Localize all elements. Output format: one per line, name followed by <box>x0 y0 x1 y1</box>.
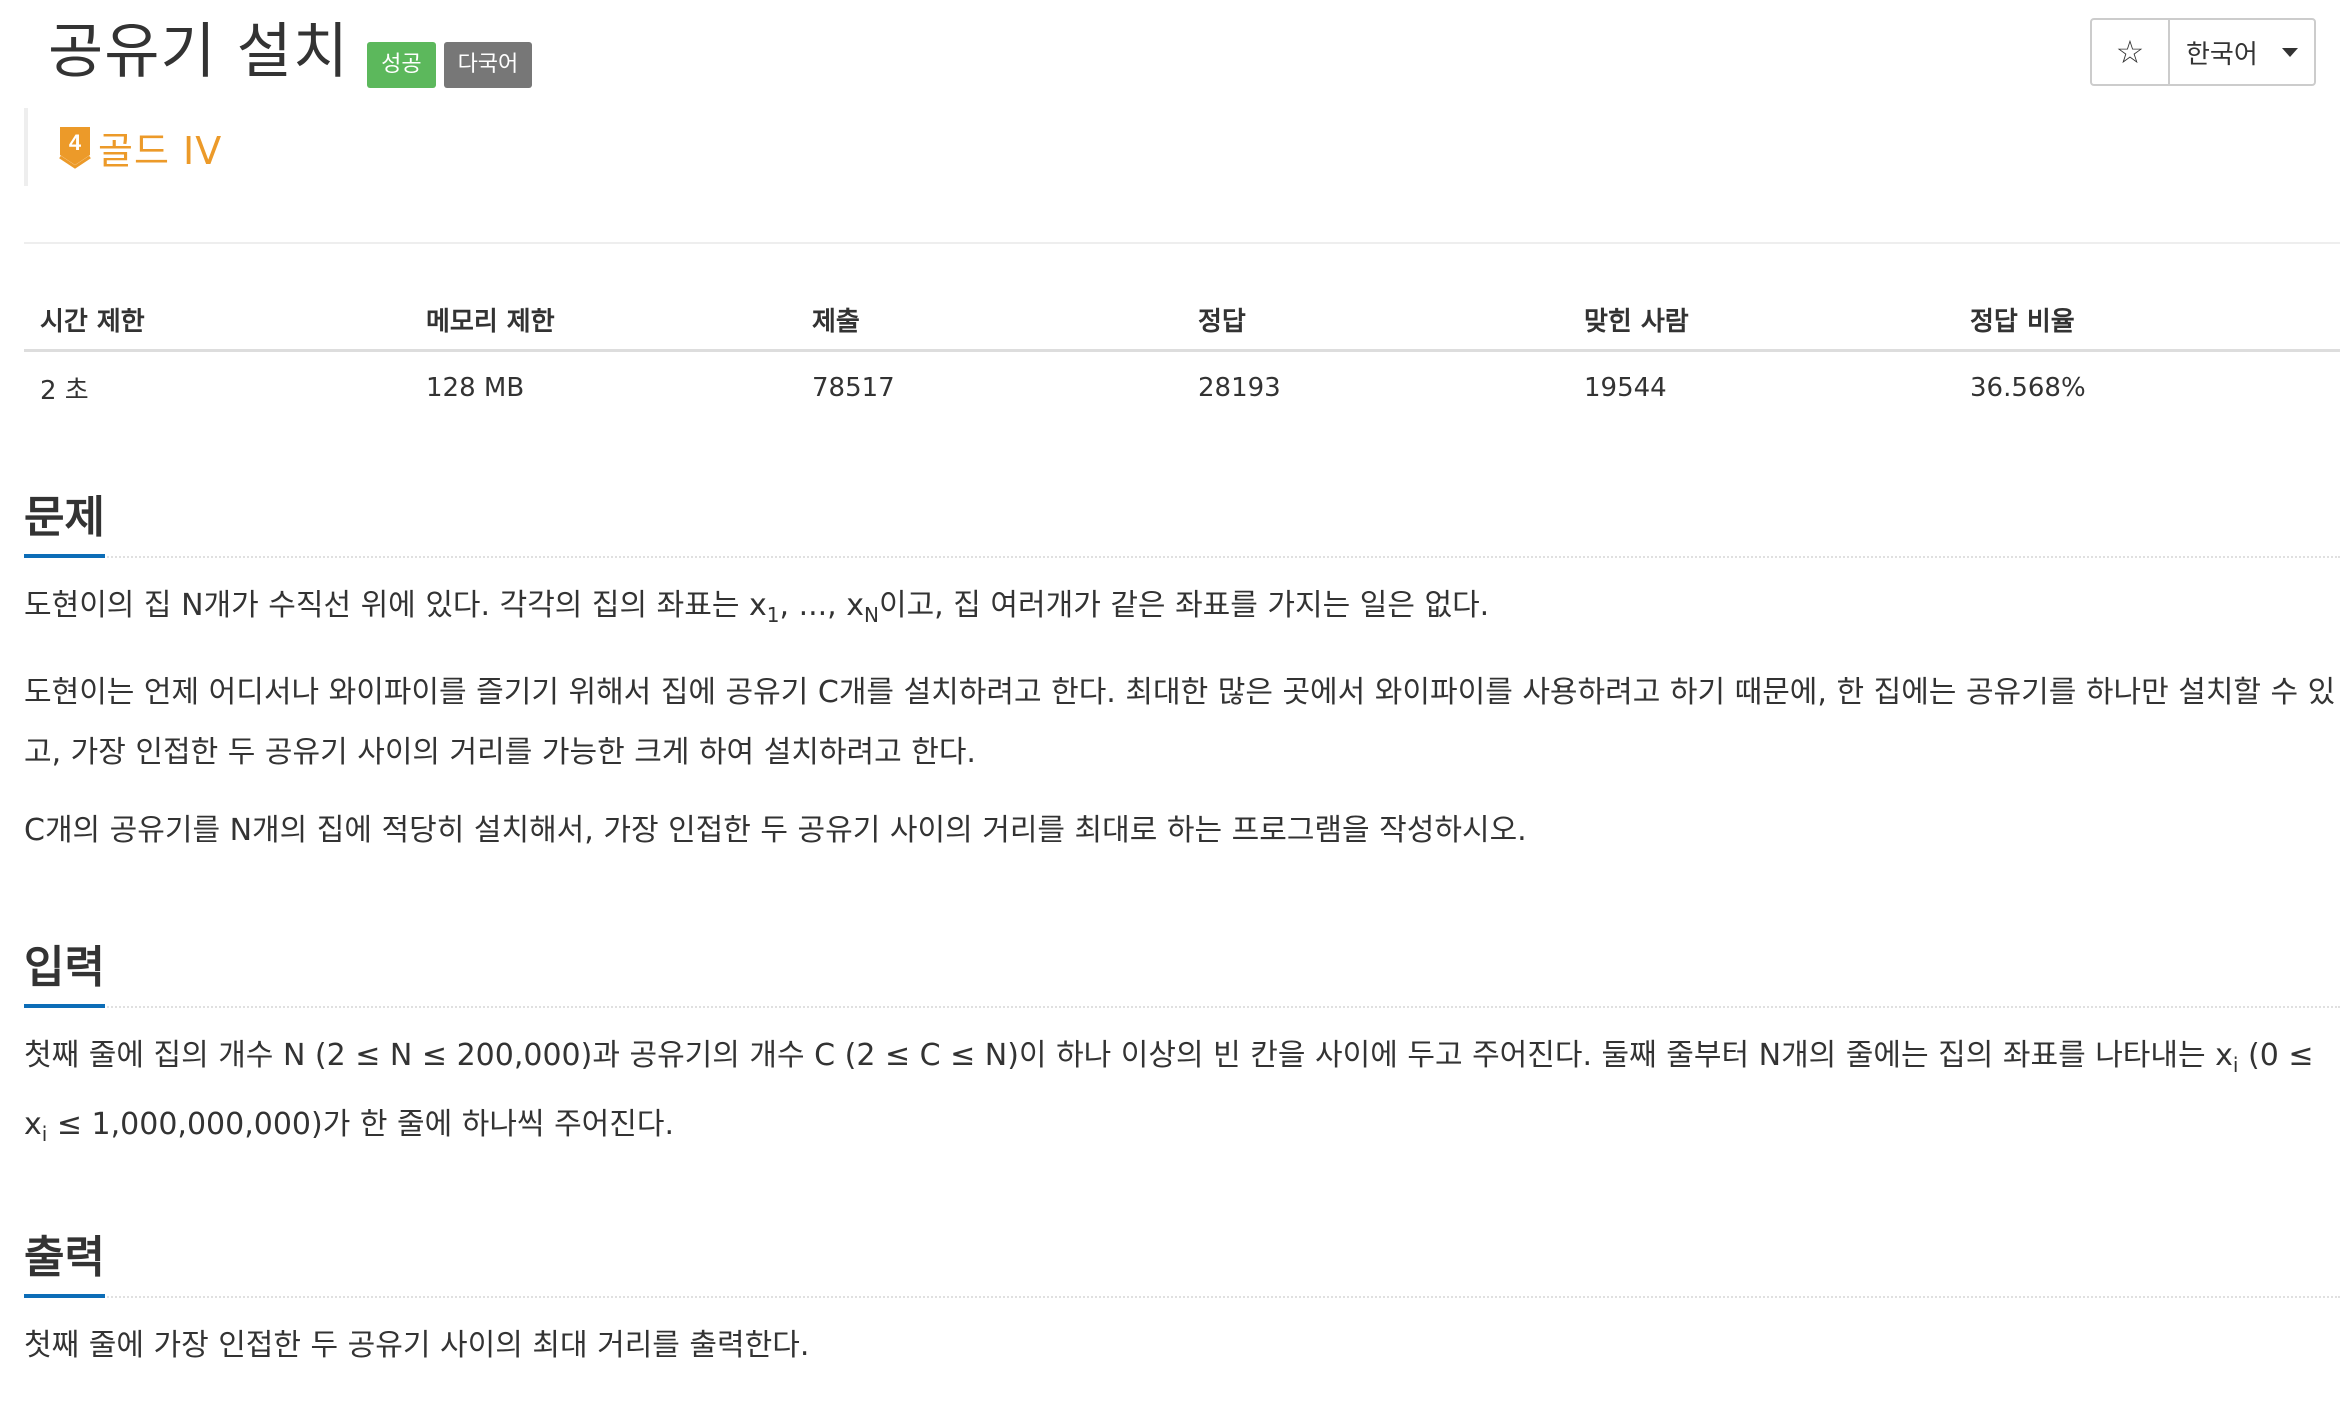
top-button-group: ☆ 한국어 <box>2090 18 2316 86</box>
header-solved-users: 맞힌 사람 <box>1584 307 1689 337</box>
accepted-value: 28193 <box>1198 373 1281 403</box>
header-divider <box>24 242 2340 244</box>
accept-ratio-value: 36.568% <box>1970 373 2086 403</box>
problem-info-table: 시간 제한 메모리 제한 제출 정답 맞힌 사람 정답 비율 2 초 128 M… <box>24 290 2340 424</box>
problem-section: 문제 도현이의 집 N개가 수직선 위에 있다. 각각의 집의 좌표는 x1, … <box>24 486 2340 861</box>
section-header: 출력 <box>24 1226 2340 1298</box>
header-submissions: 제출 <box>812 307 860 337</box>
chevron-down-icon <box>2281 47 2298 57</box>
star-icon: ☆ <box>2115 33 2145 71</box>
tier-block: 4 골드 IV <box>24 108 222 186</box>
input-paragraph-1: 첫째 줄에 집의 개수 N (2 ≤ N ≤ 200,000)과 공유기의 개수… <box>24 1038 2314 1146</box>
output-heading: 출력 <box>24 1226 105 1298</box>
output-section: 출력 첫째 줄에 가장 인접한 두 공유기 사이의 최대 거리를 출력한다. <box>24 1226 2340 1376</box>
problem-paragraph-3: C개의 공유기를 N개의 집에 적당히 설치해서, 가장 인접한 두 공유기 사… <box>24 813 1527 848</box>
problem-paragraph-2: 도현이는 언제 어디서나 와이파이를 즐기기 위해서 집에 공유기 C개를 설치… <box>24 675 2336 770</box>
language-label: 한국어 <box>2186 39 2258 70</box>
input-heading: 입력 <box>24 936 105 1008</box>
input-section: 입력 첫째 줄에 집의 개수 N (2 ≤ N ≤ 200,000)과 공유기의… <box>24 936 2340 1164</box>
svg-text:4: 4 <box>69 130 82 155</box>
tier-label: 골드 IV <box>98 128 223 173</box>
header-accepted: 정답 <box>1198 307 1246 337</box>
problem-paragraph-1: 도현이의 집 N개가 수직선 위에 있다. 각각의 집의 좌표는 x1, ...… <box>24 588 1490 627</box>
title-row: 공유기 설치 성공 다국어 <box>48 16 533 88</box>
time-limit-value: 2 초 <box>40 375 89 406</box>
problem-heading: 문제 <box>24 486 105 558</box>
multilang-badge: 다국어 <box>443 42 533 88</box>
header-time-limit: 시간 제한 <box>40 307 145 337</box>
section-header: 입력 <box>24 936 2340 1008</box>
output-paragraph-1: 첫째 줄에 가장 인접한 두 공유기 사이의 최대 거리를 출력한다. <box>24 1328 810 1363</box>
problem-description: 도현이의 집 N개가 수직선 위에 있다. 각각의 집의 좌표는 x1, ...… <box>24 576 2340 861</box>
output-description: 첫째 줄에 가장 인접한 두 공유기 사이의 최대 거리를 출력한다. <box>24 1316 2340 1376</box>
header-accept-ratio: 정답 비율 <box>1970 307 2075 337</box>
solved-users-value: 19544 <box>1584 373 1667 403</box>
tier-gold-icon: 4 <box>58 125 92 169</box>
memory-limit-value: 128 MB <box>426 373 525 403</box>
table-header-row: 시간 제한 메모리 제한 제출 정답 맞힌 사람 정답 비율 <box>24 290 2340 352</box>
submissions-value: 78517 <box>812 373 895 403</box>
problem-header: 공유기 설치 성공 다국어 ☆ 한국어 <box>24 0 2320 100</box>
success-badge: 성공 <box>367 42 436 88</box>
header-memory-limit: 메모리 제한 <box>426 307 555 337</box>
problem-title: 공유기 설치 <box>48 17 350 87</box>
section-header: 문제 <box>24 486 2340 558</box>
problem-page: 공유기 설치 성공 다국어 ☆ 한국어 4 골드 IV 시간 제한 메모리 제한… <box>0 0 2344 1422</box>
input-description: 첫째 줄에 집의 개수 N (2 ≤ N ≤ 200,000)과 공유기의 개수… <box>24 1026 2340 1164</box>
language-dropdown[interactable]: 한국어 <box>2170 20 2314 84</box>
star-button[interactable]: ☆ <box>2092 20 2170 84</box>
table-row: 2 초 128 MB 78517 28193 19544 36.568% <box>24 352 2340 424</box>
